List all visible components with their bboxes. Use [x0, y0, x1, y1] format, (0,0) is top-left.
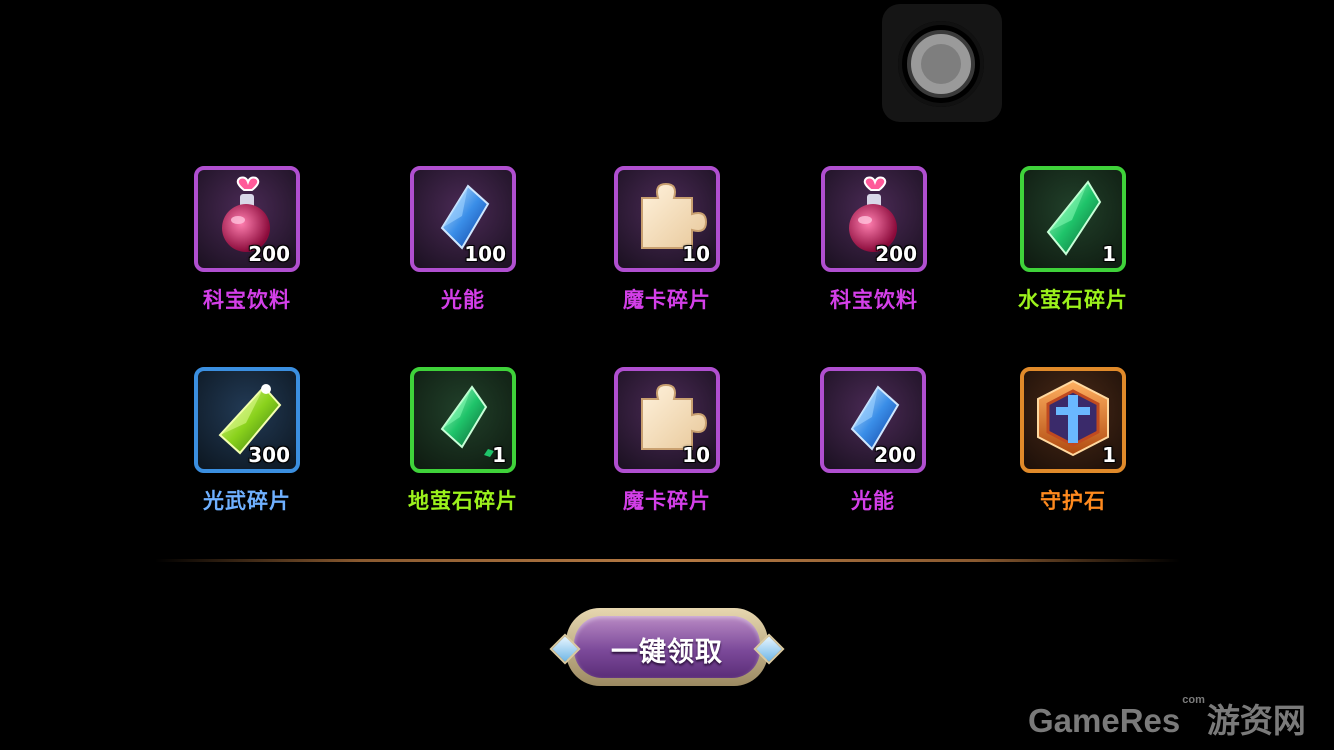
reward-name: 光能	[441, 288, 485, 312]
watermark-com: com	[1182, 694, 1205, 706]
claim-all-button[interactable]: 一键领取	[549, 604, 785, 690]
reward-name: 光武碎片	[203, 489, 291, 513]
reward-name: 水萤石碎片	[1018, 288, 1128, 312]
reward-item[interactable]: 300 光武碎片	[147, 367, 347, 515]
reward-slot: 200	[821, 166, 927, 272]
watermark: GameRescom游资网	[1028, 694, 1306, 742]
reward-item[interactable]: 10 魔卡碎片	[567, 166, 767, 314]
reward-slot: 10	[614, 367, 720, 473]
floating-assistive-button[interactable]	[882, 4, 1002, 122]
reward-item[interactable]: 1 水萤石碎片	[973, 166, 1173, 314]
reward-item[interactable]: 1 地萤石碎片	[363, 367, 563, 515]
reward-quantity: 10	[682, 242, 710, 266]
reward-quantity: 1	[492, 443, 506, 467]
reward-slot: 1	[410, 367, 516, 473]
reward-quantity: 200	[875, 242, 917, 266]
reward-slot: 300	[194, 367, 300, 473]
reward-quantity: 1	[1102, 443, 1116, 467]
reward-name: 光能	[851, 489, 895, 513]
reward-name: 科宝饮料	[203, 288, 291, 312]
reward-quantity: 200	[874, 443, 916, 467]
reward-item[interactable]: 10 魔卡碎片	[567, 367, 767, 515]
divider-line	[155, 559, 1180, 562]
reward-name: 魔卡碎片	[623, 288, 711, 312]
watermark-cn: 游资网	[1206, 702, 1306, 739]
reward-quantity: 100	[464, 242, 506, 266]
reward-item[interactable]: 100 光能	[363, 166, 563, 314]
reward-slot: 100	[410, 166, 516, 272]
reward-item[interactable]: 200 科宝饮料	[147, 166, 347, 314]
reward-slot: 10	[614, 166, 720, 272]
reward-item[interactable]: 1 守护石	[973, 367, 1173, 515]
reward-item[interactable]: 200 科宝饮料	[774, 166, 974, 314]
reward-slot: 200	[820, 367, 926, 473]
reward-name: 魔卡碎片	[623, 489, 711, 513]
reward-item[interactable]: 200 光能	[773, 367, 973, 515]
reward-slot: 1	[1020, 367, 1126, 473]
reward-name: 地萤石碎片	[408, 489, 518, 513]
reward-quantity: 200	[248, 242, 290, 266]
reward-name: 守护石	[1040, 489, 1106, 513]
watermark-brand: GameRes	[1028, 702, 1181, 739]
reward-slot: 200	[194, 166, 300, 272]
reward-slot: 1	[1020, 166, 1126, 272]
reward-quantity: 1	[1102, 242, 1116, 266]
reward-quantity: 300	[248, 443, 290, 467]
claim-button-label: 一键领取	[611, 637, 723, 668]
floating-button-knob	[907, 30, 975, 98]
reward-name: 科宝饮料	[830, 288, 918, 312]
reward-quantity: 10	[682, 443, 710, 467]
